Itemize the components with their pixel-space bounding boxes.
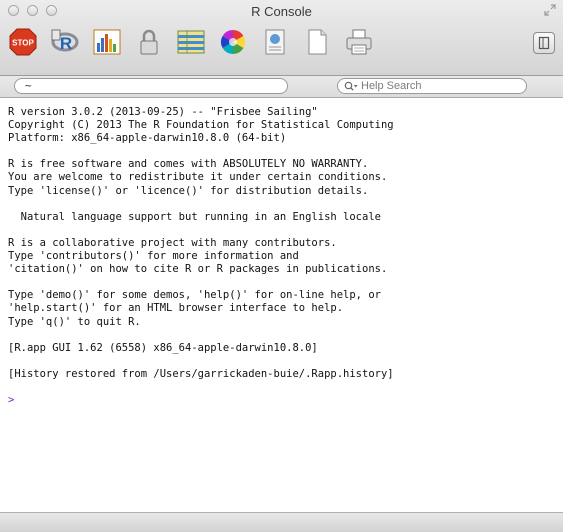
quartz-plot-icon xyxy=(93,29,121,55)
console-line: Type 'contributors()' for more informati… xyxy=(8,250,299,263)
quartz-plot-button[interactable] xyxy=(92,27,122,57)
console-output[interactable]: R version 3.0.2 (2013-09-25) -- "Frisbee… xyxy=(8,106,556,504)
lock-button[interactable] xyxy=(134,27,164,57)
stop-label: STOP xyxy=(12,39,34,48)
console-line: 'help.start()' for an HTML browser inter… xyxy=(8,302,344,315)
new-document-button[interactable] xyxy=(302,27,332,57)
help-search-input[interactable] xyxy=(361,80,511,92)
console-block: [History restored from /Users/garrickade… xyxy=(8,368,556,381)
console-line: [R.app GUI 1.62 (6558) x86_64-apple-darw… xyxy=(8,341,318,354)
toolbar: STOP R xyxy=(8,24,374,60)
status-bar xyxy=(0,512,563,532)
search-bar: ~ xyxy=(0,76,563,98)
help-button[interactable] xyxy=(260,27,290,57)
console-block: [R.app GUI 1.62 (6558) x86_64-apple-darw… xyxy=(8,342,556,355)
sidebar-icon xyxy=(538,36,550,50)
help-icon xyxy=(265,29,285,55)
console-line: Copyright (C) 2013 The R Foundation for … xyxy=(8,119,394,132)
r-console-window: R Console STOP R ~ Help Search R version… xyxy=(0,0,563,532)
colors-button[interactable] xyxy=(218,27,248,57)
data-editor-button[interactable] xyxy=(176,27,206,57)
print-button[interactable] xyxy=(344,27,374,57)
console-line: Type 'q()' to quit R. xyxy=(8,315,141,328)
new-document-icon xyxy=(308,29,327,55)
print-icon xyxy=(346,29,372,55)
svg-text:R: R xyxy=(60,34,72,53)
console-line: You are welcome to redistribute it under… xyxy=(8,171,388,184)
title-bar: R Console STOP R xyxy=(0,0,563,76)
color-wheel-icon xyxy=(220,29,246,54)
console-line: Platform: x86_64-apple-darwin10.8.0 (64-… xyxy=(8,132,287,145)
stop-icon: STOP xyxy=(9,28,37,56)
search-icon xyxy=(344,81,358,91)
help-search-field[interactable] xyxy=(337,78,527,94)
console-line: [History restored from /Users/garrickade… xyxy=(8,367,394,380)
console-block: Type 'demo()' for some demos, 'help()' f… xyxy=(8,289,556,328)
console-block: R is free software and comes with ABSOLU… xyxy=(8,158,556,197)
console-line: 'citation()' on how to cite R or R packa… xyxy=(8,263,388,276)
source-script-button[interactable]: R xyxy=(50,27,80,57)
lock-icon xyxy=(140,29,158,55)
console-block: R is a collaborative project with many c… xyxy=(8,237,556,276)
fullscreen-icon[interactable] xyxy=(543,3,557,17)
data-editor-icon xyxy=(177,30,205,54)
console-line: Type 'license()' or 'licence()' for dist… xyxy=(8,184,369,197)
console-block: R version 3.0.2 (2013-09-25) -- "Frisbee… xyxy=(8,106,556,145)
console-line: R is free software and comes with ABSOLU… xyxy=(8,158,369,171)
r-source-icon: R xyxy=(51,29,79,53)
console-line: Type 'demo()' for some demos, 'help()' f… xyxy=(8,289,381,302)
working-directory-field[interactable]: ~ xyxy=(14,78,288,94)
toggle-sidebar-button[interactable] xyxy=(533,32,555,54)
window-title: R Console xyxy=(251,4,312,19)
console-block: Natural language support but running in … xyxy=(8,211,556,224)
console-line: R is a collaborative project with many c… xyxy=(8,236,337,249)
console-line: Natural language support but running in … xyxy=(8,210,381,223)
stop-button[interactable]: STOP xyxy=(8,27,38,57)
console-line: R version 3.0.2 (2013-09-25) -- "Frisbee… xyxy=(8,106,318,118)
console-prompt[interactable]: > xyxy=(8,394,556,407)
